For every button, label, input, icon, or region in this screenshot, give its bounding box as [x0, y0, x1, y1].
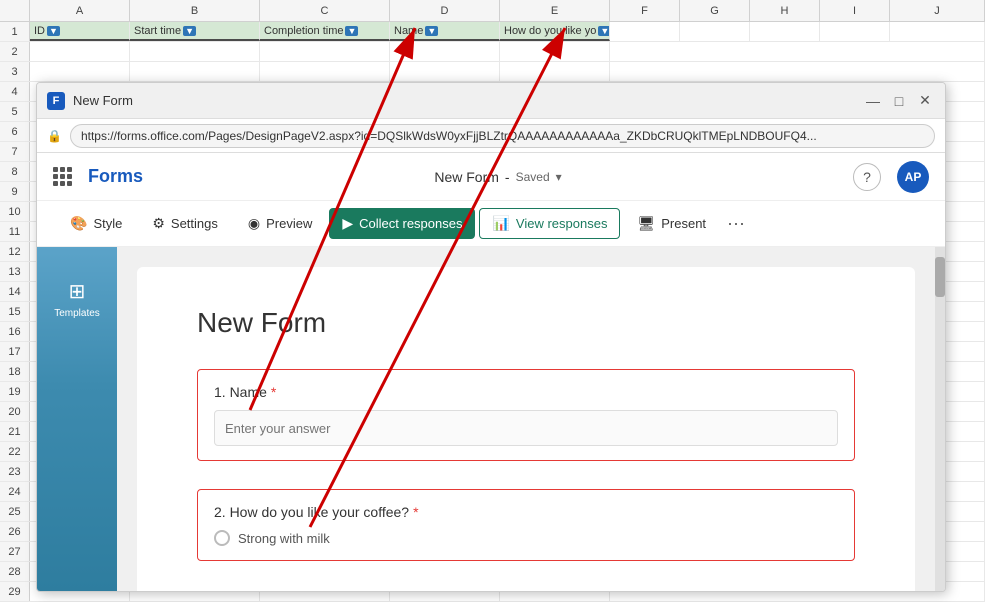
- app-icon: F: [47, 92, 65, 110]
- title-bar: F New Form — □ ✕: [37, 83, 945, 119]
- templates-icon: ⊞: [69, 279, 86, 304]
- saved-badge: Saved: [516, 170, 550, 184]
- required-star-1: *: [271, 384, 276, 400]
- address-bar: 🔒: [37, 119, 945, 153]
- col-header-c: C: [260, 0, 390, 21]
- col-header-row: A B C D E F G H I J: [0, 0, 985, 22]
- cell-h1: [750, 22, 820, 41]
- maximize-button[interactable]: □: [889, 91, 909, 111]
- form-card: New Form 1. Name * 2. How do you like yo…: [137, 267, 915, 591]
- settings-button[interactable]: ⚙ Settings: [139, 208, 231, 239]
- settings-icon: ⚙: [152, 215, 165, 232]
- preview-button[interactable]: ◉ Preview: [235, 208, 325, 239]
- form-canvas[interactable]: New Form 1. Name * 2. How do you like yo…: [117, 247, 935, 591]
- form-title-nav: New Form - Saved ▾: [434, 169, 561, 185]
- radio-label-1: Strong with milk: [238, 531, 330, 546]
- col-header-d: D: [390, 0, 500, 21]
- question-2-block: 2. How do you like your coffee? * Strong…: [197, 489, 855, 561]
- table-row: 3: [0, 62, 985, 82]
- settings-label: Settings: [171, 216, 218, 231]
- view-responses-button[interactable]: 📊 View responses: [479, 208, 620, 239]
- col-header-h: H: [750, 0, 820, 21]
- cell-i1: [820, 22, 890, 41]
- form-title: New Form: [197, 307, 855, 339]
- view-label: View responses: [516, 216, 608, 231]
- style-label: Style: [93, 216, 122, 231]
- filter-how[interactable]: ▼: [598, 26, 610, 36]
- question-2-label: 2. How do you like your coffee? *: [214, 504, 838, 520]
- scrollbar[interactable]: [935, 247, 945, 591]
- close-button[interactable]: ✕: [915, 91, 935, 111]
- present-icon: 🖥: [637, 215, 655, 232]
- help-button[interactable]: ?: [853, 163, 881, 191]
- col-header-a: A: [30, 0, 130, 21]
- filter-id[interactable]: ▼: [47, 26, 60, 36]
- col-header-j: J: [890, 0, 985, 21]
- chart-icon: 📊: [492, 215, 509, 232]
- cell-start-time: Start time ▼: [130, 22, 260, 41]
- collect-icon: ▶: [342, 215, 353, 232]
- style-icon: 🎨: [70, 215, 87, 232]
- question-1-input[interactable]: [214, 410, 838, 446]
- cell-how: How do you like yo ▼: [500, 22, 610, 41]
- browser-window: F New Form — □ ✕ 🔒 Forms New Form - Save…: [36, 82, 946, 592]
- radio-circle-1[interactable]: [214, 530, 230, 546]
- templates-label: Templates: [54, 308, 100, 319]
- minimize-button[interactable]: —: [863, 91, 883, 111]
- window-title: New Form: [73, 93, 855, 108]
- brand-name: Forms: [88, 166, 143, 187]
- apps-grid-icon[interactable]: [53, 167, 72, 186]
- preview-label: Preview: [266, 216, 312, 231]
- cell-completion-time: Completion time ▼: [260, 22, 390, 41]
- question-1-label: 1. Name *: [214, 384, 838, 400]
- required-star-2: *: [413, 504, 418, 520]
- present-button[interactable]: 🖥 Present: [624, 208, 719, 239]
- main-area: ⊞ Templates New Form 1. Name *: [37, 247, 945, 591]
- row-num-1: 1: [0, 22, 30, 41]
- chevron-down-icon[interactable]: ▾: [556, 170, 562, 184]
- nav-separator: -: [505, 169, 510, 185]
- present-label: Present: [661, 216, 706, 231]
- col-header-b: B: [130, 0, 260, 21]
- col-header-f: F: [610, 0, 680, 21]
- filter-name[interactable]: ▼: [425, 26, 438, 36]
- url-input[interactable]: [70, 124, 935, 148]
- col-header-e: E: [500, 0, 610, 21]
- col-header-i: I: [820, 0, 890, 21]
- table-row: 2: [0, 42, 985, 62]
- navbar: Forms New Form - Saved ▾ ? AP: [37, 153, 945, 201]
- preview-icon: ◉: [248, 215, 260, 232]
- cell-name: Name ▼: [390, 22, 500, 41]
- col-header-g: G: [680, 0, 750, 21]
- corner-cell: [0, 0, 30, 21]
- collect-button[interactable]: ▶ Collect responses: [329, 208, 475, 239]
- style-button[interactable]: 🎨 Style: [57, 208, 135, 239]
- cell-j1: [890, 22, 985, 41]
- filter-completion-time[interactable]: ▼: [345, 26, 358, 36]
- cell-f1: [610, 22, 680, 41]
- data-header-row: 1 ID ▼ Start time ▼ Completion time ▼ Na…: [0, 22, 985, 42]
- collect-label: Collect responses: [359, 216, 462, 231]
- sidebar: ⊞ Templates: [37, 247, 117, 591]
- more-options-button[interactable]: ···: [727, 213, 745, 234]
- sidebar-item-templates[interactable]: ⊞ Templates: [46, 267, 108, 331]
- cell-id: ID ▼: [30, 22, 130, 41]
- scrollbar-thumb[interactable]: [935, 257, 945, 297]
- toolbar: 🎨 Style ⚙ Settings ◉ Preview ▶ Collect r…: [37, 201, 945, 247]
- avatar[interactable]: AP: [897, 161, 929, 193]
- cell-g1: [680, 22, 750, 41]
- radio-option-1: Strong with milk: [214, 530, 838, 546]
- lock-icon: 🔒: [47, 129, 62, 143]
- question-1-block: 1. Name *: [197, 369, 855, 461]
- window-controls: — □ ✕: [863, 91, 935, 111]
- nav-form-title: New Form: [434, 169, 499, 185]
- filter-start-time[interactable]: ▼: [183, 26, 196, 36]
